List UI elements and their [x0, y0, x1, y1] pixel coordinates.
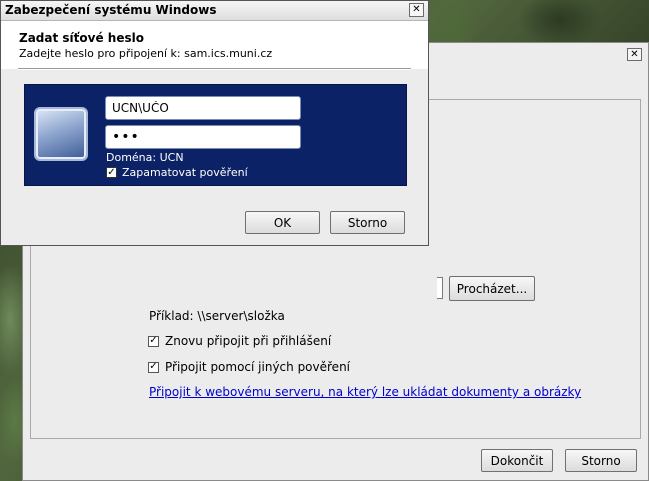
remember-label: Zapamatovat pověření	[122, 166, 248, 179]
other-credentials-option[interactable]: ✓ Připojit pomocí jiných pověření	[148, 360, 350, 374]
folder-combobox[interactable]	[437, 277, 443, 299]
webserver-link[interactable]: Připojit k webovému serveru, na který lz…	[149, 385, 581, 399]
finish-button[interactable]: Dokončit	[481, 449, 553, 472]
remember-credentials-option[interactable]: ✓ Zapamatovat pověření	[106, 166, 248, 179]
dialog-subheading: Zadejte heslo pro připojení k: sam.ics.m…	[19, 47, 273, 60]
ok-button[interactable]: OK	[245, 211, 320, 234]
example-path-text: Příklad: \\server\složka	[149, 309, 285, 323]
check-icon: ✓	[149, 335, 158, 346]
dialog-cancel-button[interactable]: Storno	[330, 211, 405, 234]
dialog-close-button[interactable]: ✕	[409, 3, 424, 17]
remember-checkbox[interactable]: ✓	[106, 167, 117, 178]
reconnect-label: Znovu připojit při přihlášení	[165, 334, 332, 348]
other-credentials-label: Připojit pomocí jiných pověření	[165, 360, 351, 374]
user-tile-icon	[34, 107, 88, 161]
browse-button[interactable]: Procházet...	[449, 276, 535, 301]
windows-security-dialog: Zabezpečení systému Windows ✕ Zadat síťo…	[0, 0, 429, 246]
dialog-heading: Zadat síťové heslo	[19, 31, 144, 45]
other-credentials-checkbox[interactable]: ✓	[148, 361, 159, 373]
reconnect-option[interactable]: ✓ Znovu připojit při přihlášení	[148, 334, 331, 348]
close-icon: ✕	[630, 48, 639, 60]
check-icon: ✓	[149, 361, 158, 372]
credential-panel: Doména: UCN ✓ Zapamatovat pověření	[24, 84, 407, 186]
wizard-cancel-button[interactable]: Storno	[565, 449, 637, 472]
password-field[interactable]	[105, 125, 301, 149]
wizard-close-button[interactable]: ✕	[627, 48, 642, 61]
dialog-title: Zabezpečení systému Windows	[5, 3, 217, 17]
username-field[interactable]	[105, 96, 301, 120]
check-icon: ✓	[107, 166, 116, 178]
dialog-titlebar[interactable]: Zabezpečení systému Windows ✕	[1, 1, 428, 21]
domain-label: Doména: UCN	[106, 151, 184, 164]
header-separator	[18, 68, 411, 70]
close-icon: ✕	[412, 4, 421, 15]
dialog-header: Zadat síťové heslo Zadejte heslo pro při…	[1, 21, 428, 69]
reconnect-checkbox[interactable]: ✓	[148, 335, 159, 347]
